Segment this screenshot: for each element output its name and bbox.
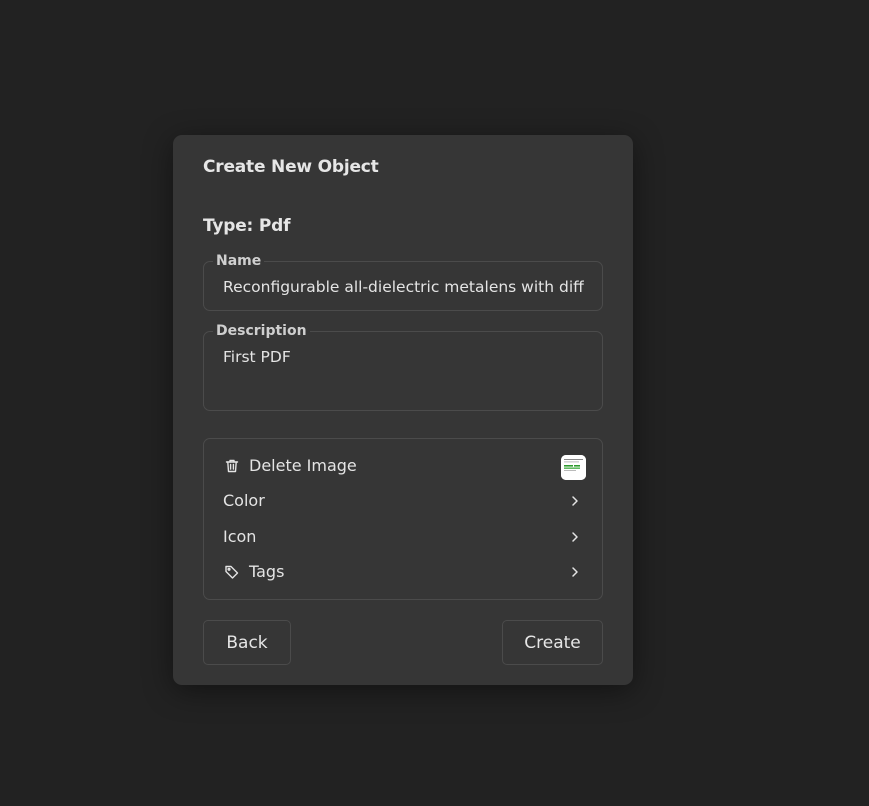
name-input[interactable]: Reconfigurable all-dielectric metalens w… [223, 276, 584, 298]
tag-icon [223, 563, 241, 581]
trash-icon [223, 457, 241, 475]
back-button[interactable]: Back [203, 620, 291, 665]
tags-label: Tags [249, 562, 285, 581]
pdf-thumbnail-image [561, 455, 586, 480]
delete-image-option[interactable]: Delete Image [223, 454, 586, 480]
description-input[interactable]: First PDF [223, 346, 584, 368]
create-button[interactable]: Create [502, 620, 603, 665]
icon-option-label: Icon [223, 527, 257, 546]
name-field[interactable]: Name Reconfigurable all-dielectric metal… [203, 252, 603, 311]
create-object-dialog: Create New Object Type: Pdf Name Reconfi… [173, 135, 633, 685]
delete-image-label: Delete Image [249, 456, 357, 475]
name-field-label: Name [213, 252, 265, 270]
chevron-right-icon [572, 496, 578, 506]
description-field[interactable]: Description First PDF [203, 322, 603, 411]
icon-option[interactable]: Icon [223, 525, 584, 549]
chevron-right-icon [572, 567, 578, 577]
dialog-title: Create New Object [203, 157, 379, 177]
color-label: Color [223, 491, 265, 510]
object-type-label: Type: Pdf [203, 216, 291, 236]
description-field-label: Description [213, 322, 310, 340]
color-option[interactable]: Color [223, 489, 584, 513]
chevron-right-icon [572, 532, 578, 542]
object-options-list: Delete Image Color Icon Tags [203, 438, 603, 600]
tags-option[interactable]: Tags [223, 560, 584, 584]
